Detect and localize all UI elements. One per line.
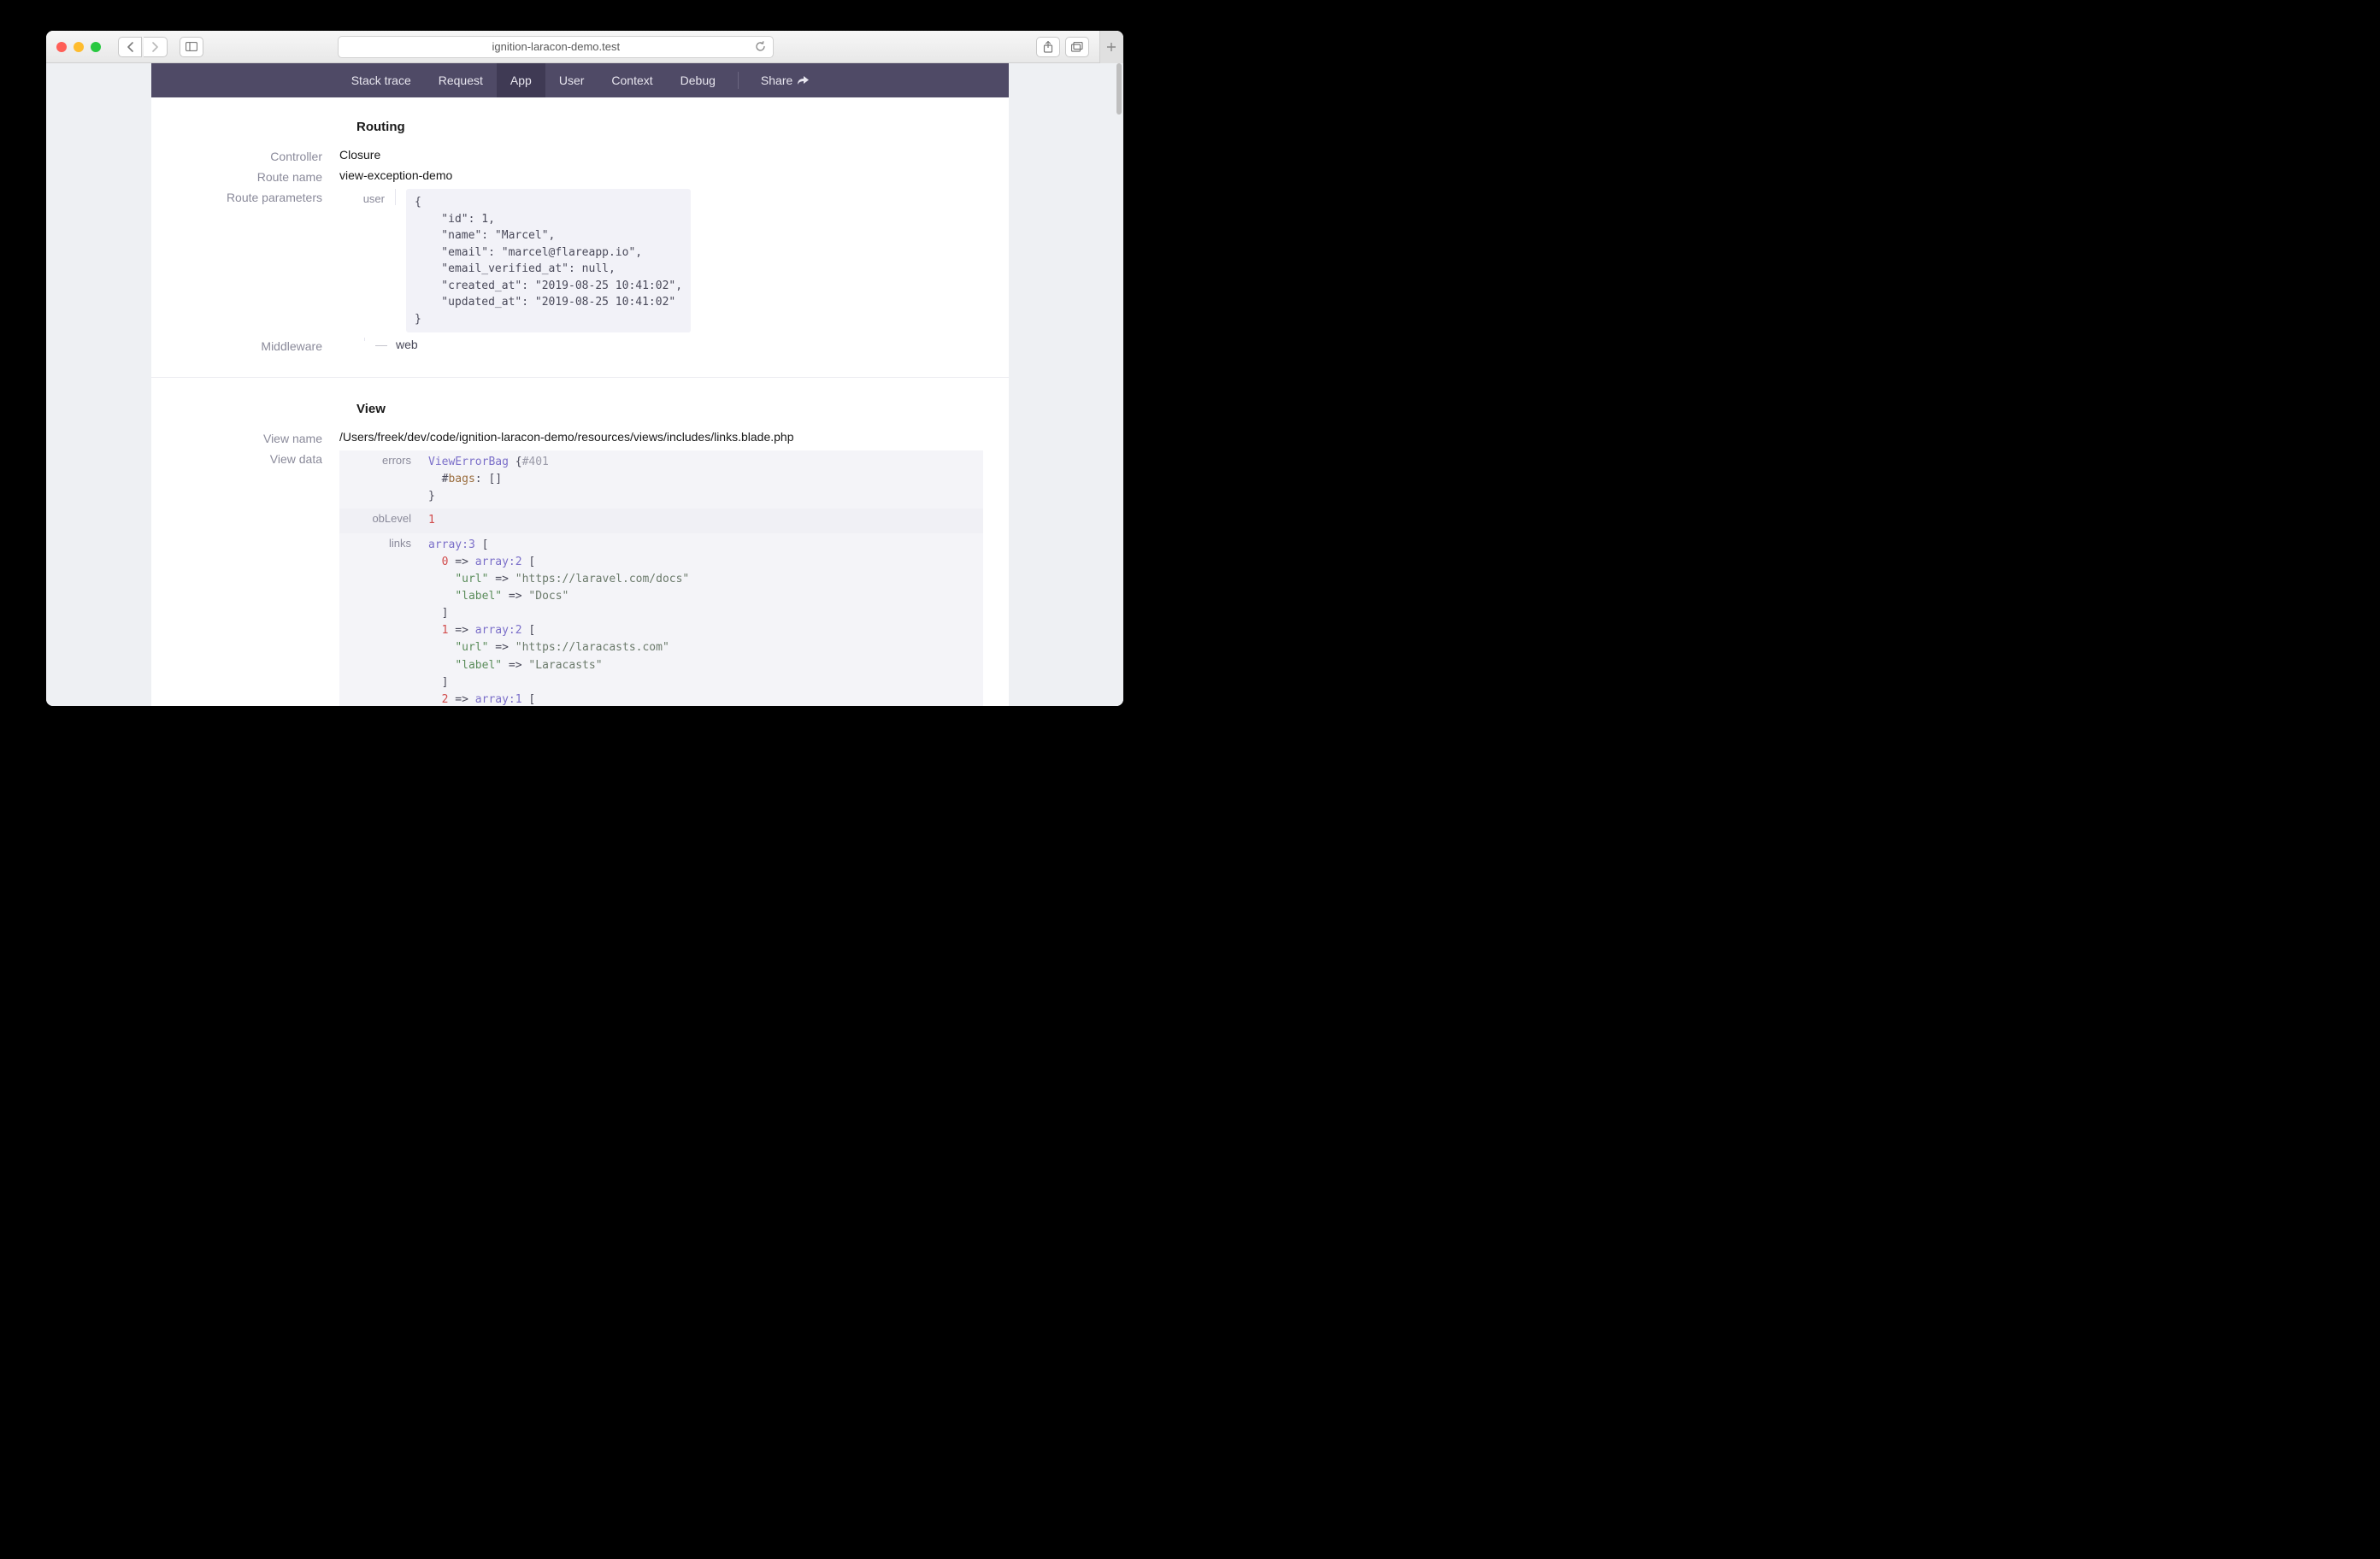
tab-stack-trace[interactable]: Stack trace bbox=[338, 63, 425, 97]
route-param-key: user bbox=[339, 189, 396, 205]
row-route-name: Route name view-exception-demo bbox=[177, 168, 983, 184]
value-controller: Closure bbox=[339, 148, 983, 162]
close-window-button[interactable] bbox=[56, 42, 67, 52]
share-label: Share bbox=[761, 74, 792, 87]
titlebar: ignition-laracon-demo.test bbox=[46, 31, 1123, 63]
view-data-dump: errorsViewErrorBag {#401 #bags: [] }obLe… bbox=[339, 450, 983, 706]
tab-app[interactable]: App bbox=[497, 63, 545, 97]
url-text: ignition-laracon-demo.test bbox=[492, 40, 621, 53]
nav-buttons bbox=[118, 37, 168, 57]
forward-button[interactable] bbox=[144, 37, 168, 57]
routing-heading: Routing bbox=[356, 120, 983, 134]
window-controls bbox=[56, 42, 101, 52]
minimize-window-button[interactable] bbox=[74, 42, 84, 52]
maximize-window-button[interactable] bbox=[91, 42, 101, 52]
sidebar-toggle-button[interactable] bbox=[180, 37, 203, 57]
app-tab-content: Routing Controller Closure Route name vi… bbox=[151, 97, 1009, 706]
label-view-name: View name bbox=[177, 430, 339, 445]
tab-share[interactable]: Share bbox=[747, 63, 822, 97]
label-view-data: View data bbox=[177, 450, 339, 466]
tabs-button[interactable] bbox=[1065, 37, 1089, 57]
toolbar-right bbox=[1036, 37, 1089, 57]
back-button[interactable] bbox=[118, 37, 142, 57]
ignition-tabs: Stack trace Request App User Context Deb… bbox=[151, 63, 1009, 97]
label-route-name: Route name bbox=[177, 168, 339, 184]
row-middleware: Middleware — web bbox=[177, 338, 983, 353]
tab-debug[interactable]: Debug bbox=[667, 63, 729, 97]
row-view-name: View name /Users/freek/dev/code/ignition… bbox=[177, 430, 983, 445]
label-controller: Controller bbox=[177, 148, 339, 163]
new-tab-button[interactable] bbox=[1099, 31, 1123, 63]
browser-window: ignition-laracon-demo.test Stack trace R… bbox=[46, 31, 1123, 706]
middleware-dash: — bbox=[375, 338, 387, 351]
reload-icon[interactable] bbox=[755, 41, 766, 52]
tab-separator bbox=[738, 72, 739, 89]
tab-request[interactable]: Request bbox=[425, 63, 497, 97]
route-param-json: { "id": 1, "name": "Marcel", "email": "m… bbox=[406, 189, 691, 332]
value-middleware: web bbox=[396, 338, 418, 351]
scrollbar-thumb[interactable] bbox=[1116, 63, 1122, 115]
tab-context[interactable]: Context bbox=[598, 63, 666, 97]
share-arrow-icon bbox=[798, 76, 809, 85]
page-viewport[interactable]: Stack trace Request App User Context Deb… bbox=[46, 63, 1123, 706]
view-heading: View bbox=[356, 402, 983, 416]
share-button[interactable] bbox=[1036, 37, 1060, 57]
value-view-name: /Users/freek/dev/code/ignition-laracon-d… bbox=[339, 430, 983, 444]
section-divider bbox=[151, 377, 1009, 378]
address-bar[interactable]: ignition-laracon-demo.test bbox=[338, 36, 774, 58]
row-route-params: Route parameters user { "id": 1, "name":… bbox=[177, 189, 983, 332]
tab-user[interactable]: User bbox=[545, 63, 598, 97]
label-route-params: Route parameters bbox=[177, 189, 339, 204]
value-route-name: view-exception-demo bbox=[339, 168, 983, 182]
row-controller: Controller Closure bbox=[177, 148, 983, 163]
ignition-page: Stack trace Request App User Context Deb… bbox=[151, 63, 1009, 706]
row-view-data: View data errorsViewErrorBag {#401 #bags… bbox=[177, 450, 983, 706]
label-middleware: Middleware bbox=[177, 338, 339, 353]
